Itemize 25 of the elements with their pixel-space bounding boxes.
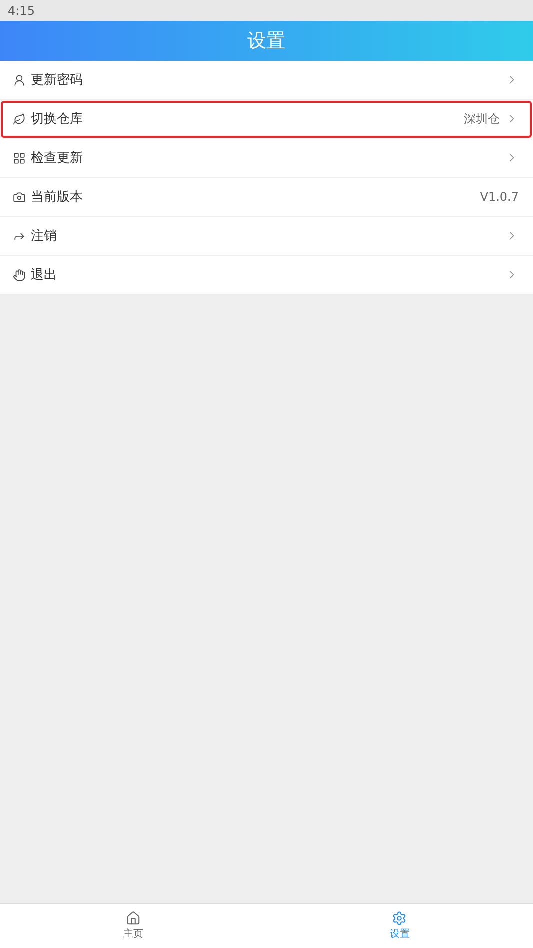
- row-label: 当前版本: [31, 189, 84, 206]
- hand-icon: [13, 268, 26, 282]
- grid-icon: [13, 152, 26, 164]
- settings-icon: [392, 911, 408, 926]
- settings-row[interactable]: 切换仓库 深圳仓: [0, 100, 533, 139]
- leaf-icon: [13, 112, 26, 126]
- status-time: 4:15: [8, 4, 35, 18]
- person-icon: [13, 74, 26, 86]
- page-title: 设置: [248, 29, 286, 54]
- camera-icon: [13, 190, 26, 204]
- row-label: 更新密码: [31, 72, 84, 89]
- settings-row[interactable]: 退出: [0, 256, 533, 295]
- row-label: 切换仓库: [31, 111, 84, 128]
- home-icon: [126, 911, 141, 926]
- row-label: 检查更新: [31, 150, 84, 167]
- settings-row[interactable]: 注销: [0, 217, 533, 256]
- row-value: V1.0.7: [480, 190, 519, 204]
- tab[interactable]: 设置: [266, 904, 533, 948]
- row-label: 退出: [31, 267, 58, 284]
- tab[interactable]: 主页: [0, 904, 266, 948]
- row-label: 注销: [31, 228, 58, 245]
- settings-row[interactable]: 检查更新: [0, 139, 533, 178]
- settings-row[interactable]: 更新密码: [0, 61, 533, 100]
- settings-row[interactable]: 当前版本 V1.0.7: [0, 178, 533, 217]
- row-value: 深圳仓: [464, 110, 500, 128]
